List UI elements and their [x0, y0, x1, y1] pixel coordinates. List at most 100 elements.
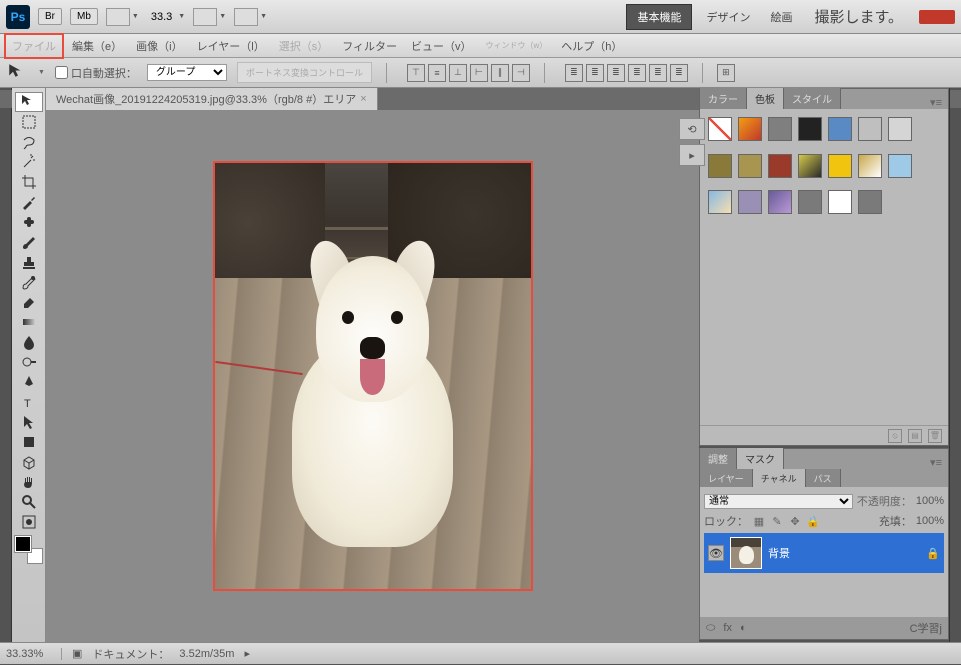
zoom-tool[interactable]: [15, 492, 43, 512]
swatch-4[interactable]: [828, 117, 852, 141]
distribute-vcenter-button[interactable]: ≣: [586, 64, 604, 82]
blur-tool[interactable]: [15, 332, 43, 352]
align-hcenter-button[interactable]: ∥: [491, 64, 509, 82]
swatch-13[interactable]: [888, 154, 912, 178]
document-tab[interactable]: Wechat画像_20191224205319.jpg@33.3%（rgb/8 …: [46, 88, 378, 110]
swatch-17[interactable]: [798, 190, 822, 214]
align-left-button[interactable]: ⊢: [470, 64, 488, 82]
menu-layer[interactable]: レイヤー（l）: [191, 35, 271, 57]
no-color-icon[interactable]: ⦸: [888, 429, 902, 443]
history-brush-tool[interactable]: [15, 272, 43, 292]
menu-filter[interactable]: フィルター: [336, 35, 403, 57]
stamp-tool[interactable]: [15, 252, 43, 272]
path-select-tool[interactable]: [15, 412, 43, 432]
swatch-19[interactable]: [858, 190, 882, 214]
swatch-14[interactable]: [708, 190, 732, 214]
menu-help[interactable]: ヘルプ（h）: [555, 35, 628, 57]
history-panel-icon[interactable]: ⟲: [679, 118, 705, 140]
styles-tab[interactable]: スタイル: [784, 88, 841, 109]
minibridge-button[interactable]: Mb: [70, 8, 98, 25]
color-swatches[interactable]: [15, 536, 43, 564]
window-close-icon[interactable]: [919, 10, 955, 24]
swatches-tab[interactable]: 色板: [747, 88, 784, 109]
lasso-tool[interactable]: [15, 132, 43, 152]
distribute-bottom-button[interactable]: ≣: [607, 64, 625, 82]
gradient-tool[interactable]: [15, 312, 43, 332]
link-layers-icon[interactable]: ⬭: [706, 622, 715, 635]
close-tab-icon[interactable]: ×: [360, 93, 366, 105]
menu-file[interactable]: ファイル: [4, 33, 64, 59]
actions-panel-icon[interactable]: ▸: [679, 144, 705, 166]
masks-tab[interactable]: マスク: [737, 448, 784, 469]
distribute-left-button[interactable]: ≣: [628, 64, 646, 82]
eraser-tool[interactable]: [15, 292, 43, 312]
swatch-7[interactable]: [708, 154, 732, 178]
view-extras-dropdown[interactable]: [234, 8, 267, 26]
workspace-painting-label[interactable]: 絵画: [764, 9, 798, 25]
channels-subtab[interactable]: チャネル: [753, 469, 806, 487]
lock-all-icon[interactable]: 🔒: [806, 514, 820, 528]
swatch-15[interactable]: [738, 190, 762, 214]
swatch-6[interactable]: [888, 117, 912, 141]
swatch-5[interactable]: [858, 117, 882, 141]
distribute-right-button[interactable]: ≣: [670, 64, 688, 82]
move-tool[interactable]: [15, 92, 43, 112]
fill-value[interactable]: 100%: [916, 515, 944, 527]
brush-tool[interactable]: [15, 232, 43, 252]
opacity-value[interactable]: 100%: [916, 495, 944, 507]
paths-subtab[interactable]: パス: [806, 469, 841, 487]
marquee-tool[interactable]: [15, 112, 43, 132]
pen-tool[interactable]: [15, 372, 43, 392]
auto-select-checkbox[interactable]: 口自動選択：: [55, 65, 137, 81]
align-right-button[interactable]: ⊣: [512, 64, 530, 82]
swatch-9[interactable]: [768, 154, 792, 178]
layer-name[interactable]: 背景: [768, 545, 920, 561]
menu-view[interactable]: ビュー（v）: [405, 35, 478, 57]
menu-image[interactable]: 画像（i）: [130, 35, 188, 57]
shape-tool[interactable]: [15, 432, 43, 452]
layer-mask-icon[interactable]: ◐: [740, 622, 747, 634]
layer-row-background[interactable]: 👁 背景 🔒: [704, 533, 944, 573]
status-zoom[interactable]: 33.33%: [6, 648, 62, 660]
panel-menu-icon[interactable]: ▾≡: [924, 96, 948, 109]
swatch-10[interactable]: [798, 154, 822, 178]
lock-position-icon[interactable]: ✥: [788, 514, 802, 528]
adjustments-tab[interactable]: 調整: [700, 448, 737, 469]
menu-window[interactable]: ウィンドウ（w）: [479, 37, 553, 54]
status-dropdown-icon[interactable]: ▸: [244, 647, 250, 660]
menu-edit[interactable]: 編集（e）: [66, 35, 128, 57]
layer-style-icon[interactable]: fx: [723, 622, 732, 634]
workspace-essentials-button[interactable]: 基本機能: [626, 4, 692, 30]
image-document[interactable]: [213, 161, 533, 591]
menu-select[interactable]: 選択（s）: [273, 35, 335, 57]
eyedropper-tool[interactable]: [15, 192, 43, 212]
color-tab[interactable]: カラー: [700, 88, 747, 109]
workspace-design-label[interactable]: デザイン: [700, 9, 756, 25]
crop-tool[interactable]: [15, 172, 43, 192]
arrange-dropdown[interactable]: [193, 8, 226, 26]
lock-transparent-icon[interactable]: ▦: [752, 514, 766, 528]
canvas[interactable]: [46, 110, 699, 642]
swatch-8[interactable]: [738, 154, 762, 178]
auto-align-button[interactable]: ⊞: [717, 64, 735, 82]
new-swatch-icon[interactable]: ▤: [908, 429, 922, 443]
swatch-2[interactable]: [768, 117, 792, 141]
zoom-dropdown[interactable]: 33.3: [147, 11, 185, 23]
align-vcenter-button[interactable]: ≡: [428, 64, 446, 82]
lock-pixels-icon[interactable]: ✎: [770, 514, 784, 528]
masks-menu-icon[interactable]: ▾≡: [924, 456, 948, 469]
delete-swatch-icon[interactable]: 🗑: [928, 429, 942, 443]
swatch-1[interactable]: [738, 117, 762, 141]
swatch-0[interactable]: [708, 117, 732, 141]
swatch-16[interactable]: [768, 190, 792, 214]
wand-tool[interactable]: [15, 152, 43, 172]
distribute-top-button[interactable]: ≣: [565, 64, 583, 82]
align-bottom-button[interactable]: ⊥: [449, 64, 467, 82]
quickmask-tool[interactable]: [15, 512, 43, 532]
align-top-button[interactable]: ⊤: [407, 64, 425, 82]
screen-mode-dropdown[interactable]: [106, 8, 139, 26]
swatch-3[interactable]: [798, 117, 822, 141]
layers-subtab[interactable]: レイヤー: [700, 469, 753, 487]
swatch-18[interactable]: [828, 190, 852, 214]
bridge-button[interactable]: Br: [38, 8, 62, 25]
